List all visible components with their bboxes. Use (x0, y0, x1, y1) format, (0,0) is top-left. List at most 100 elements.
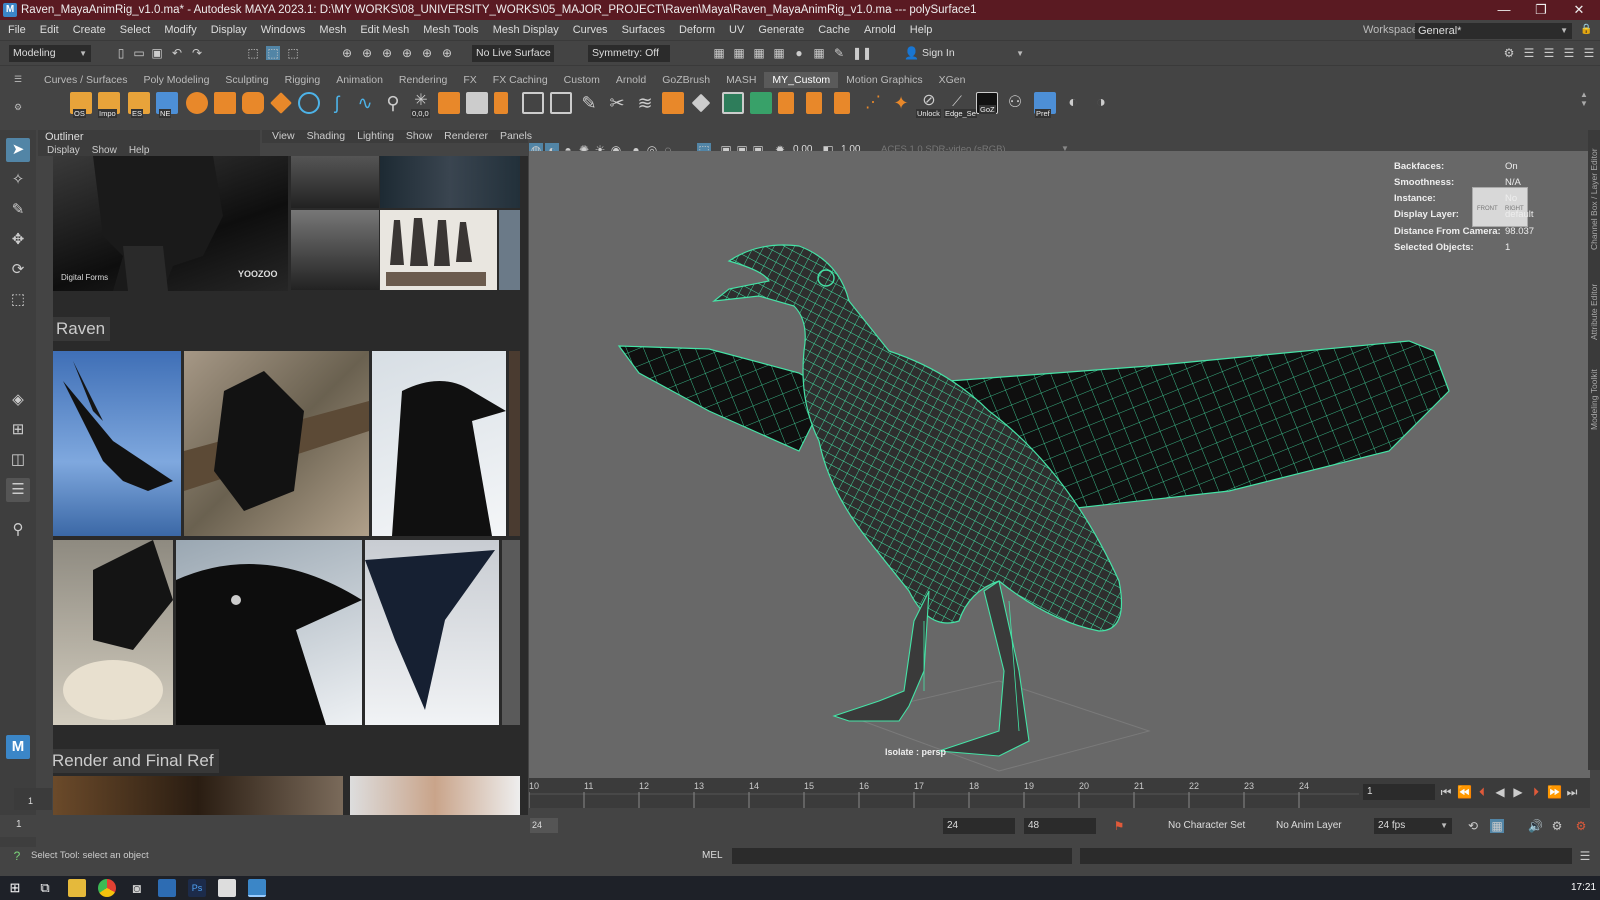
menu-modify[interactable]: Modify (157, 24, 203, 36)
tab-animation[interactable]: Animation (328, 72, 391, 88)
hypershade-icon[interactable]: ● (792, 46, 806, 60)
maya-home-icon[interactable]: M (6, 735, 30, 759)
range-end-field[interactable]: 24 (943, 818, 1015, 834)
goz-icon[interactable]: GoZ (976, 92, 998, 114)
mirror-icon[interactable] (778, 92, 794, 114)
cache-playback-icon[interactable]: ▦ (1490, 819, 1504, 833)
sign-in-dropdown[interactable]: Sign In ▼ (918, 45, 1028, 62)
tab-fx-caching[interactable]: FX Caching (485, 72, 556, 88)
separate-icon[interactable] (466, 92, 488, 114)
menu-windows[interactable]: Windows (254, 24, 313, 36)
new-export-icon[interactable]: NE (156, 92, 178, 118)
close-button[interactable]: ✕ (1561, 0, 1597, 20)
preferences-icon[interactable]: Pref (1034, 92, 1056, 118)
menu-arnold[interactable]: Arnold (857, 24, 903, 36)
script-icon[interactable]: ◐ (1062, 92, 1084, 114)
menu-file[interactable]: File (1, 24, 33, 36)
windows-start-icon[interactable]: ⊞ (6, 879, 24, 897)
outliner-menu-help[interactable]: Help (129, 145, 150, 156)
snap-pivot-icon[interactable]: ⊕ (440, 46, 454, 60)
render-setup-icon[interactable]: ▦ (812, 46, 826, 60)
tab-poly-modeling[interactable]: Poly Modeling (135, 72, 217, 88)
uv-editor-icon[interactable] (722, 92, 744, 114)
pureref-icon[interactable] (218, 879, 236, 897)
viewport-menu-show[interactable]: Show (400, 130, 438, 143)
auto-key-icon[interactable]: ⚑ (1112, 819, 1126, 833)
script-editor-icon[interactable]: ☰ (1578, 849, 1592, 863)
lock-icon[interactable]: 🔒 (1580, 24, 1592, 35)
menu-help[interactable]: Help (903, 24, 940, 36)
maximize-button[interactable]: ❐ (1523, 0, 1559, 20)
unlock-normals-icon[interactable]: ⊘ Unlock (916, 92, 941, 118)
layer-editor-icon[interactable]: ☰ (1582, 46, 1596, 60)
tab-my-custom[interactable]: MY_Custom (764, 72, 839, 88)
script-language-button[interactable]: MEL (702, 850, 723, 861)
loop-icon[interactable]: ⟲ (1466, 819, 1480, 833)
poly-cube-icon[interactable] (214, 92, 236, 114)
tab-attribute-editor[interactable]: Attribute Editor (1589, 284, 1599, 340)
snap-surface-icon[interactable]: ⊕ (420, 46, 434, 60)
multi-cut-icon[interactable]: ✂ (606, 92, 628, 114)
step-back-frame-icon[interactable]: ⏴ (1475, 785, 1489, 799)
menu-display[interactable]: Display (204, 24, 254, 36)
new-scene-icon[interactable]: ▯ (114, 46, 128, 60)
tab-sculpting[interactable]: Sculpting (217, 72, 276, 88)
anim-prefs-icon[interactable]: ⚙ (1550, 819, 1564, 833)
anim-layer-dropdown[interactable]: No Anim Layer (1276, 820, 1342, 831)
channel-box-icon[interactable]: ☰ (1562, 46, 1576, 60)
outliner-menu-show[interactable]: Show (92, 145, 117, 156)
tab-arnold[interactable]: Arnold (608, 72, 654, 88)
range-handle[interactable]: 24 (530, 818, 558, 833)
poly-sphere-icon[interactable] (186, 92, 208, 114)
two-view-icon[interactable]: ◫ (6, 448, 30, 472)
mel-command-input[interactable] (732, 848, 1072, 864)
viewport-menu-panels[interactable]: Panels (494, 130, 538, 143)
anim-end-field[interactable]: 48 (1024, 818, 1096, 834)
attribute-editor-icon[interactable]: ☰ (1522, 46, 1536, 60)
live-surface-field[interactable]: No Live Surface (472, 45, 554, 62)
nurbs-circle-icon[interactable] (298, 92, 320, 114)
maya-taskbar-icon[interactable] (248, 879, 266, 897)
zbrush-icon[interactable] (158, 879, 176, 897)
tab-curves-surfaces[interactable]: Curves / Surfaces (36, 72, 135, 88)
tab-channel-box[interactable]: Channel Box / Layer Editor (1589, 148, 1599, 250)
menu-deform[interactable]: Deform (672, 24, 722, 36)
tab-rendering[interactable]: Rendering (391, 72, 455, 88)
undo-icon[interactable]: ↶ (170, 46, 184, 60)
current-frame-field[interactable]: 1 (1363, 784, 1435, 800)
poly-plane-icon[interactable] (270, 92, 292, 114)
modeling-toolkit-icon[interactable]: ⚙ (1502, 46, 1516, 60)
menu-mesh[interactable]: Mesh (312, 24, 353, 36)
tab-rigging[interactable]: Rigging (277, 72, 329, 88)
import-folder-icon[interactable]: Impo (98, 92, 120, 118)
task-view-icon[interactable]: ⧉ (36, 879, 54, 897)
redo-icon[interactable]: ↷ (190, 46, 204, 60)
view-cube[interactable]: FRONT RIGHT (1472, 187, 1528, 227)
delete-history-icon[interactable]: ✎ (578, 92, 600, 114)
tab-fx[interactable]: FX (455, 72, 484, 88)
go-to-end-icon[interactable]: ⏭ (1565, 785, 1579, 799)
photoshop-icon[interactable]: Ps (188, 879, 206, 897)
edge-select-icon[interactable]: ⟋ Edge_Se (944, 92, 977, 118)
bridge-icon[interactable]: ≋ (634, 92, 656, 114)
extrude-icon[interactable] (662, 92, 684, 114)
target-weld-icon[interactable]: ⋰ (862, 92, 884, 114)
save-scene-icon[interactable]: ▣ (150, 46, 164, 60)
freeze-transform-icon[interactable] (522, 92, 544, 114)
ipr-render-icon[interactable]: ▦ (752, 46, 766, 60)
combine-icon[interactable] (438, 92, 460, 114)
lasso-tool-icon[interactable]: ✧ (6, 168, 30, 192)
symmetry-dropdown[interactable]: Symmetry: Off (588, 45, 670, 62)
select-hierarchy-icon[interactable]: ⬚ (246, 46, 260, 60)
reference-board[interactable]: Digital Forms YOOZOO Raven Render and Fi… (53, 156, 528, 836)
menu-cache[interactable]: Cache (811, 24, 857, 36)
render-settings-icon[interactable]: ▦ (772, 46, 786, 60)
viewport-menu-view[interactable]: View (266, 130, 301, 143)
go-to-start-icon[interactable]: ⏮ (1439, 785, 1453, 799)
extract-icon[interactable] (494, 92, 508, 114)
joint-tool-icon[interactable]: ⚲ (382, 92, 404, 114)
export-folder-icon[interactable]: ES (128, 92, 150, 118)
menu-mesh-display[interactable]: Mesh Display (486, 24, 566, 36)
sound-icon[interactable]: 🔊 (1528, 819, 1543, 833)
step-back-key-icon[interactable]: ⏪ (1457, 785, 1472, 799)
